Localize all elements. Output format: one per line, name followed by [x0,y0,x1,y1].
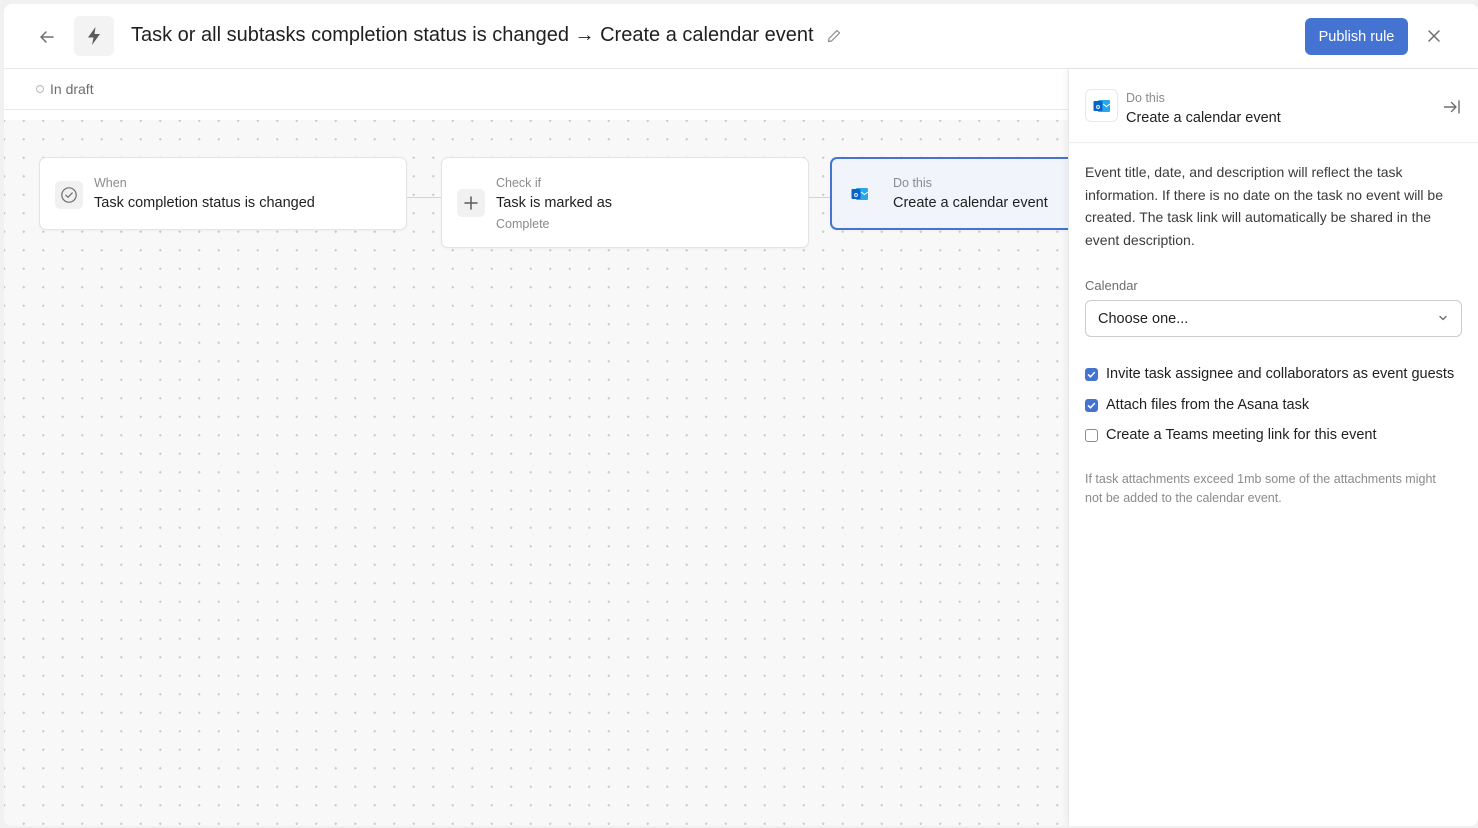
action-description: Event title, date, and description will … [1085,164,1443,248]
trigger-icon-box [55,181,83,209]
node-sub-text: Complete [496,217,550,231]
node-main-text: Task is marked as [496,195,613,211]
top-bar: Task or all subtasks completion status i… [4,4,1478,69]
chevron-down-icon [1437,312,1449,324]
panel-label: Do this [1126,91,1165,105]
checkbox-checked[interactable] [1085,367,1098,381]
rule-editor-window: Task or all subtasks completion status i… [4,4,1478,826]
publish-rule-button[interactable]: Publish rule [1305,18,1408,55]
rule-title-text: Task or all subtasks completion status i… [131,24,814,46]
node-label: When [94,176,127,190]
action-settings-panel: o Do this Create a calendar event Event … [1068,69,1478,826]
pencil-icon [827,29,840,42]
outlook-icon: o [1093,99,1110,112]
invite-guests-option[interactable]: Invite task assignee and collaborators a… [1085,366,1454,382]
connector-line [808,197,830,198]
rule-title: Task or all subtasks completion status i… [131,24,842,47]
arrow-left-icon [40,31,54,43]
condition-node[interactable]: Check if Task is marked as Complete [441,157,809,248]
node-main-text: Task completion status is changed [94,195,315,211]
trigger-node[interactable]: When Task completion status is changed [39,157,407,230]
attach-files-option[interactable]: Attach files from the Asana task [1085,397,1309,413]
node-label: Check if [496,176,542,190]
option-label: Create a Teams meeting link for this eve… [1106,427,1377,443]
node-main-text: Create a calendar event [893,195,1048,211]
action-icon-box: o [846,180,874,208]
panel-icon-box: o [1085,89,1118,122]
collapse-panel-button[interactable] [1441,96,1463,118]
calendar-select[interactable]: Choose one... [1085,300,1462,337]
close-icon [1428,30,1440,42]
checkmark-icon [1087,371,1096,378]
workflow-canvas[interactable]: When Task completion status is changed C… [4,120,1090,826]
panel-header: o Do this Create a calendar event [1069,69,1478,143]
action-node[interactable]: o Do this Create a calendar event [830,157,1090,230]
svg-text:o: o [1095,104,1099,111]
connector-line [406,197,442,198]
attachment-size-note: If task attachments exceed 1mb some of t… [1085,472,1436,505]
checkbox-checked[interactable] [1085,398,1098,412]
back-button[interactable] [34,24,60,50]
calendar-select-value: Choose one... [1098,310,1189,327]
lightning-icon [88,27,100,45]
rule-icon-box [74,16,114,56]
svg-text:o: o [854,192,858,199]
option-label: Attach files from the Asana task [1106,397,1310,413]
draft-status: In draft [36,81,94,97]
edit-title-button[interactable] [826,28,842,44]
check-circle-icon [61,187,77,203]
outlook-icon: o [851,188,869,200]
panel-title: Create a calendar event [1126,110,1281,126]
checkbox-unchecked[interactable] [1085,428,1098,442]
status-dot-icon [36,85,44,93]
option-label: Invite task assignee and collaborators a… [1106,366,1455,382]
condition-icon-box[interactable] [457,189,485,217]
plus-icon [464,196,478,210]
status-bar: In draft [4,69,1068,110]
node-label: Do this [893,176,932,190]
teams-link-option[interactable]: Create a Teams meeting link for this eve… [1085,427,1377,443]
close-button[interactable] [1422,24,1446,48]
calendar-label: Calendar [1085,278,1138,293]
collapse-right-icon [1443,100,1460,114]
status-label: In draft [50,81,94,97]
checkmark-icon [1087,402,1096,409]
